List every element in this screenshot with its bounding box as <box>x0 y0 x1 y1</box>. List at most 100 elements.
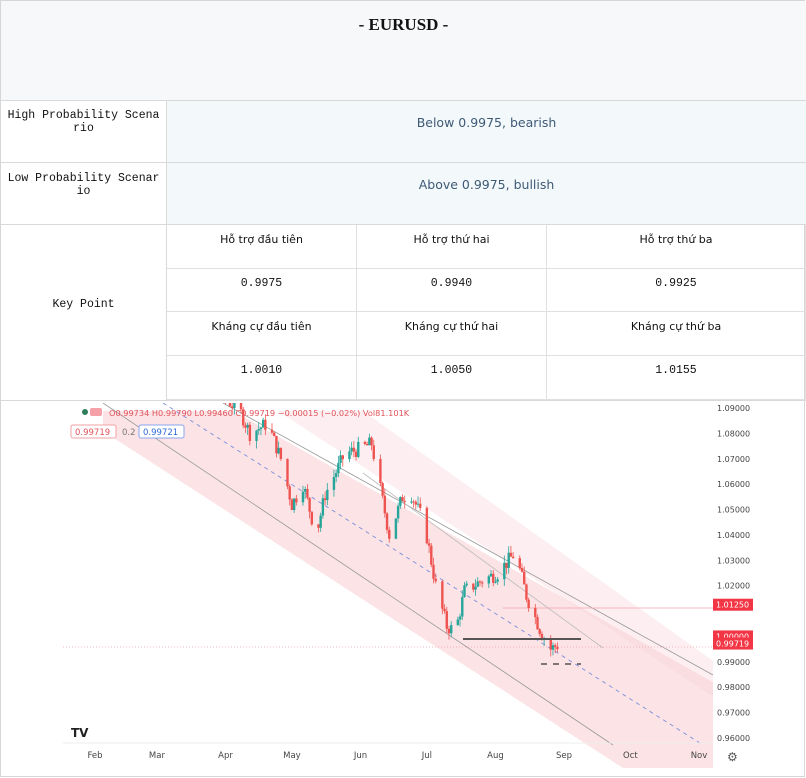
price-tick: 1.05000 <box>717 506 750 515</box>
candle-body <box>410 501 413 503</box>
candle-body <box>447 628 451 634</box>
candle-body <box>518 558 521 568</box>
candle-body <box>273 432 276 437</box>
support-1-header: Hỗ trợ đầu tiên <box>167 225 357 269</box>
candle-body <box>553 645 557 648</box>
candle-body <box>445 611 448 629</box>
candle-body <box>527 599 530 609</box>
candle-body <box>363 441 367 444</box>
candle-body <box>288 486 291 500</box>
candle-body <box>286 458 289 487</box>
candle-body <box>492 573 495 583</box>
candle-body <box>520 567 524 572</box>
candle-body <box>275 436 278 454</box>
candle-body <box>505 562 508 568</box>
candle-body <box>399 497 402 506</box>
resistance-2-header: Kháng cự thứ hai <box>357 312 547 356</box>
candle-body <box>472 583 475 590</box>
candle-body <box>556 647 559 650</box>
time-tick: Mar <box>149 751 166 761</box>
ohlc-legend: O0.99734 H0.99790 L0.99460 C0.99719 −0.0… <box>109 408 410 418</box>
scenario-value: Above 0.9975, bullish <box>167 163 806 224</box>
resistance-3-value: 1.0155 <box>547 356 806 400</box>
candle-body <box>348 451 351 460</box>
candle-body <box>270 429 274 433</box>
support-3-value: 0.9925 <box>547 269 806 312</box>
time-tick: Nov <box>691 751 708 761</box>
candle-body <box>480 582 484 584</box>
candle-body <box>379 459 382 484</box>
candle-body <box>434 578 437 582</box>
candle-body <box>463 585 466 598</box>
price-tick: 1.04000 <box>717 531 750 540</box>
candle-body <box>310 511 314 525</box>
resistance-1-value: 1.0010 <box>167 356 357 400</box>
candle-body <box>334 473 338 477</box>
candle-body <box>430 545 433 565</box>
label-line: rio <box>73 122 94 135</box>
candle-body <box>396 505 400 519</box>
candle-body <box>321 498 325 516</box>
candle-body <box>323 498 327 501</box>
candle-body <box>511 556 515 559</box>
price-tick: 1.02000 <box>717 582 750 591</box>
candle-body <box>259 427 263 430</box>
candle-body <box>476 581 479 587</box>
candle-body <box>427 543 431 546</box>
support-2-header: Hỗ trợ thứ hai <box>357 225 547 269</box>
scenario-label: High Probability Scena rio <box>1 101 167 162</box>
candle-body <box>337 462 340 474</box>
candle-body <box>534 608 537 618</box>
candle-body <box>317 524 320 528</box>
resistance-3-header: Kháng cự thứ ba <box>547 312 806 356</box>
key-point-grid: Hỗ trợ đầu tiên Hỗ trợ thứ hai Hỗ trợ th… <box>167 225 806 401</box>
candle-body <box>443 608 446 612</box>
candle-body <box>246 424 249 428</box>
time-tick: Jun <box>353 751 367 761</box>
candle-body <box>372 445 375 460</box>
support-2-value: 0.9940 <box>357 269 547 312</box>
candle-body <box>507 552 510 568</box>
price-tick: 1.03000 <box>717 556 750 565</box>
candle-body <box>478 581 482 583</box>
candle-body <box>354 451 358 457</box>
analysis-table: - EURUSD - High Probability Scena rio Be… <box>0 0 806 777</box>
candle-body <box>341 455 344 460</box>
time-tick: Jul <box>421 751 432 761</box>
candle-body <box>403 501 406 503</box>
label-line: High Probability Scena <box>7 109 160 122</box>
tradingview-logo[interactable]: TV <box>71 726 89 740</box>
candle-body <box>301 491 305 503</box>
candle-body <box>248 424 252 441</box>
resistance-2-value: 1.0050 <box>357 356 547 400</box>
candle-body <box>487 576 491 584</box>
resistance-1-header: Kháng cự đầu tiên <box>167 312 357 356</box>
scenario-label: Low Probability Scenar io <box>1 163 167 224</box>
price-chart[interactable]: 1.09000 1.08000 1.07000 1.06000 1.05000 1.040… <box>63 320 759 768</box>
candle-body <box>538 629 541 634</box>
candle-body <box>465 583 468 586</box>
candle-body <box>551 645 555 650</box>
label-line: Low Probability Scenar <box>7 172 160 185</box>
price-tag-label: 1.01250 <box>716 601 749 610</box>
candle-body <box>394 518 398 539</box>
price-tick: 0.99000 <box>717 658 750 667</box>
candle-body <box>536 617 539 630</box>
candle-body <box>509 552 513 557</box>
candle-body <box>228 400 232 407</box>
candle-body <box>255 430 258 441</box>
candle-body <box>523 571 526 585</box>
candle-body <box>494 581 497 583</box>
price-tick: 1.08000 <box>717 429 750 438</box>
candle-body <box>416 503 420 505</box>
settings-icon[interactable]: ⚙ <box>727 750 738 764</box>
candle-body <box>525 584 528 600</box>
candle-body <box>401 497 404 502</box>
candle-body <box>503 562 506 580</box>
price-tick: 0.98000 <box>717 683 750 692</box>
chart-canvas[interactable]: 1.09000 1.08000 1.07000 1.06000 1.05000 1.040… <box>63 320 759 768</box>
candle-body <box>370 437 373 446</box>
candle-body <box>419 503 422 508</box>
candle-body <box>458 616 462 620</box>
status-badge <box>90 408 102 416</box>
